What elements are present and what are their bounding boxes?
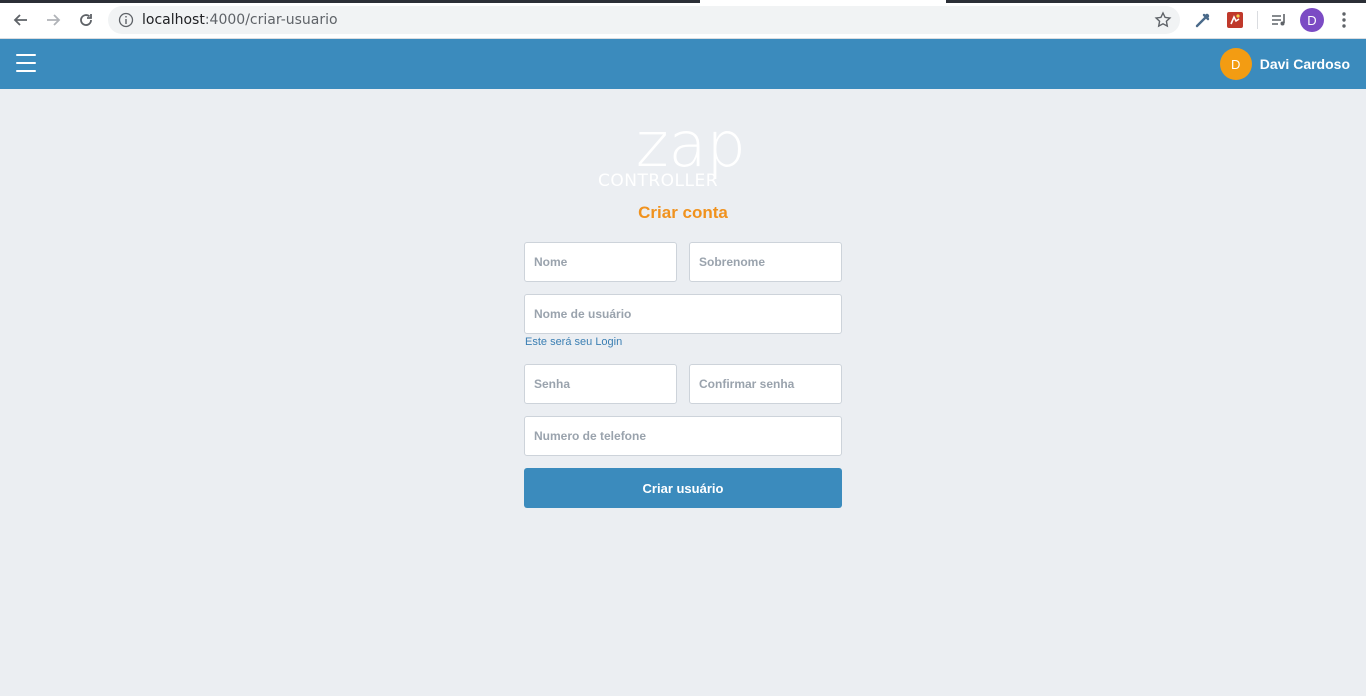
first-name-field[interactable] bbox=[524, 242, 677, 282]
bookmark-star-icon[interactable] bbox=[1154, 11, 1172, 34]
eyedropper-icon[interactable] bbox=[1192, 9, 1214, 31]
back-icon[interactable] bbox=[10, 9, 32, 31]
app-header: D Davi Cardoso bbox=[0, 39, 1366, 89]
extension-icon[interactable] bbox=[1224, 9, 1246, 31]
phone-field[interactable] bbox=[524, 416, 842, 456]
browser-profile-avatar[interactable]: D bbox=[1300, 8, 1324, 32]
browser-toolbar: localhost:4000/criar-usuario D bbox=[0, 0, 1366, 39]
username-field[interactable] bbox=[524, 294, 842, 334]
confirm-password-field[interactable] bbox=[689, 364, 842, 404]
page-title: Criar conta bbox=[638, 203, 728, 222]
site-info-icon[interactable] bbox=[118, 12, 134, 33]
username-hint: Este será seu Login bbox=[525, 336, 623, 348]
tab-strip bbox=[946, 0, 1366, 3]
tab-strip bbox=[0, 0, 700, 3]
forward-icon[interactable] bbox=[42, 9, 64, 31]
menu-icon[interactable] bbox=[16, 54, 36, 72]
address-bar[interactable]: localhost:4000/criar-usuario bbox=[108, 6, 1180, 34]
toolbar-divider bbox=[1257, 11, 1258, 29]
url-text: localhost:4000/criar-usuario bbox=[142, 12, 338, 28]
reload-icon[interactable] bbox=[75, 9, 97, 31]
user-menu[interactable]: D Davi Cardoso bbox=[1219, 48, 1350, 80]
logo-sub-text: CONTROLLER bbox=[598, 171, 718, 190]
last-name-field[interactable] bbox=[689, 242, 842, 282]
create-user-button[interactable]: Criar usuário bbox=[524, 468, 842, 508]
password-field[interactable] bbox=[524, 364, 677, 404]
media-queue-icon[interactable] bbox=[1268, 9, 1290, 31]
user-name: Davi Cardoso bbox=[1259, 56, 1350, 72]
browser-menu-icon[interactable] bbox=[1333, 9, 1355, 31]
zap-controller-logo: zap CONTROLLER bbox=[598, 114, 746, 190]
avatar: D bbox=[1219, 48, 1252, 80]
